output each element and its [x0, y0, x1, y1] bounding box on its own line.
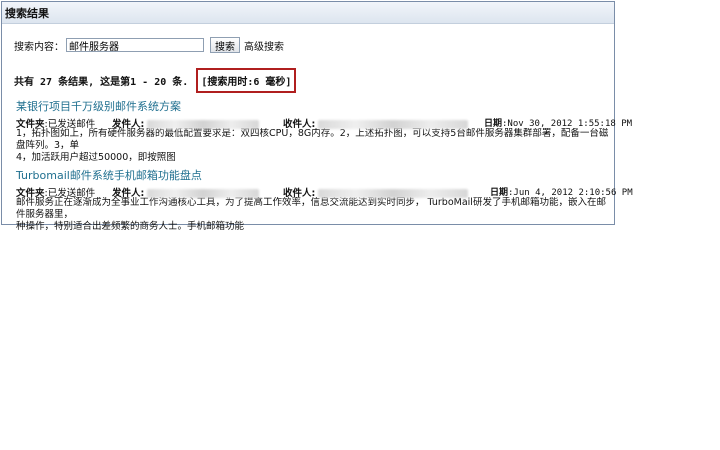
- result-summary: 共有 27 条结果, 这是第1 - 20 条. [搜索用时:6 毫秒]: [14, 68, 297, 93]
- folder-value: :已发送邮件: [44, 188, 96, 199]
- search-button[interactable]: 搜索: [210, 37, 240, 53]
- receiver-label: 收件人: [283, 119, 312, 130]
- result-meta: 文件夹:已发送邮件 发件人: 收件人: 日期:Jun 4, 2012 2:10:…: [16, 188, 633, 199]
- receiver-redacted: [318, 120, 469, 129]
- advanced-search-link[interactable]: 高级搜索: [244, 38, 284, 53]
- panel-title: 搜索结果: [2, 2, 614, 24]
- search-results-panel: 搜索结果 搜索内容： 搜索 高级搜索 共有 27 条结果, 这是第1 - 20 …: [1, 1, 633, 232]
- result-title-link[interactable]: Turbomail邮件系统手机邮箱功能盘点: [16, 167, 614, 183]
- result-title-link[interactable]: 某银行项目千万级别邮件系统方案: [16, 98, 614, 114]
- result-snippet: 邮件服务正在逐渐成为全事业工作沟通核心工具，为了提高工作效率，信息交流能达到实时…: [16, 197, 606, 232]
- date-value: :Jun 4, 2012 2:10:56 PM: [508, 188, 633, 198]
- search-time-badge: [搜索用时:6 毫秒]: [196, 68, 297, 93]
- result-meta: 文件夹:已发送邮件 发件人: 收件人: 日期:Nov 30, 2012 1:55…: [16, 119, 633, 130]
- search-input[interactable]: [66, 38, 204, 52]
- folder-label: 文件夹: [16, 188, 45, 199]
- sender-redacted: [147, 189, 260, 198]
- date-label: 日期: [490, 188, 509, 198]
- sender-redacted: [147, 120, 260, 129]
- sender-label: 发件人: [112, 188, 141, 199]
- result-count-text: 共有 27 条结果, 这是第1 - 20 条.: [14, 77, 189, 88]
- result-item: 某银行项目千万级别邮件系统方案 文件夹:已发送邮件 发件人: 收件人: 日期:N…: [16, 98, 633, 164]
- date-value: :Nov 30, 2012 1:55:18 PM: [502, 119, 633, 129]
- receiver-label: 收件人: [283, 188, 312, 199]
- folder-label: 文件夹: [16, 119, 45, 130]
- result-item: Turbomail邮件系统手机邮箱功能盘点 文件夹:已发送邮件 发件人: 收件人…: [16, 167, 633, 233]
- result-snippet: 1，拓扑图如上，所有硬件服务器的最低配置要求是：双四核CPU，8G内存。2，上述…: [16, 128, 609, 163]
- date-label: 日期: [484, 119, 503, 129]
- receiver-redacted: [318, 189, 469, 198]
- search-bar: 搜索内容： 搜索 高级搜索: [14, 37, 284, 53]
- folder-value: :已发送邮件: [44, 119, 96, 130]
- sender-label: 发件人: [112, 119, 141, 130]
- search-label: 搜索内容：: [14, 41, 64, 53]
